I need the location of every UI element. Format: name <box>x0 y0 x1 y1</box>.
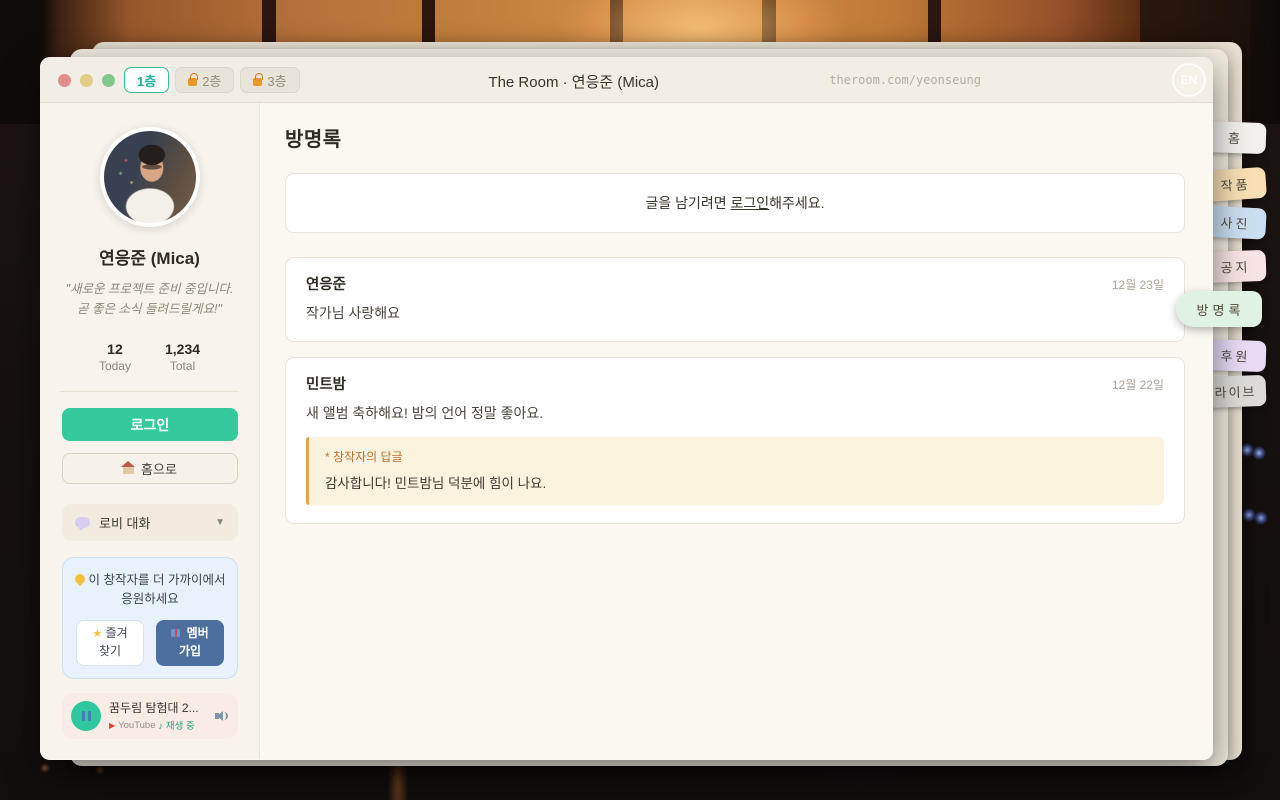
track-source: ▶ YouTube ♪ 재생 중 <box>109 718 207 733</box>
titlebar: 1층 2층 3층 The Room · 연응준 (Mica) theroom.c… <box>40 57 1213 103</box>
go-home-label: 홈으로 <box>141 462 177 477</box>
room-window: 1층 2층 3층 The Room · 연응준 (Mica) theroom.c… <box>40 57 1213 760</box>
chat-bubble-icon <box>75 517 90 531</box>
login-prompt-box: 글을 남기려면 로그인해주세요. <box>285 173 1185 233</box>
profile-name: 연응준 (Mica) <box>99 249 200 268</box>
favorite-label: 즐겨 <box>105 625 128 640</box>
creator-reply: * 창작자의 답글 감사합니다! 민트밤님 덕분에 힘이 나요. <box>306 437 1164 505</box>
track-title: 꿈두림 탐험대 2... <box>109 701 199 715</box>
favorite-button[interactable]: ★ 즐겨 찾기 <box>76 619 144 666</box>
page-title: 방명록 <box>285 129 342 151</box>
stat-label: Total <box>169 359 196 373</box>
house-icon <box>121 461 136 474</box>
floor-tabs: 1층 2층 3층 <box>124 67 300 93</box>
entry-author: 연응준 <box>306 277 347 293</box>
creator-reply-text: 감사합니다! 민트밤님 덕분에 힘이 나요. <box>325 476 547 491</box>
visitor-stats: 12 Today 1,234 Total <box>40 341 259 373</box>
side-tab-label: 작품 <box>1220 176 1252 194</box>
login-prompt-prefix: 글을 남기려면 <box>645 195 731 211</box>
side-tab-label: 후원 <box>1220 348 1251 365</box>
window-url: theroom.com/yeonseung <box>829 73 981 87</box>
profile-quote-line: 곧 좋은 소식 들려드릴게요!" <box>77 302 222 316</box>
profile-quote-line: "새로운 프로젝트 준비 중입니다. <box>65 282 234 296</box>
avatar <box>99 127 200 227</box>
support-message: 이 창작자를 더 가까이에서 응원하세요 <box>71 571 229 609</box>
side-tab-guestbook-active[interactable]: 방명록 <box>1176 291 1262 327</box>
track-info: 꿈두림 탐험대 2... ▶ YouTube ♪ 재생 중 <box>109 699 207 732</box>
youtube-play-icon: ▶ <box>109 720 116 730</box>
profile-quote: "새로운 프로젝트 준비 중입니다. 곧 좋은 소식 들려드릴게요!" <box>40 279 259 319</box>
pause-button[interactable] <box>71 700 101 731</box>
screen: 홈 작품 사진 공지 방명록 후원 라이브 1층 2층 3층 The Room … <box>0 0 1280 800</box>
minimize-button[interactable] <box>80 74 93 87</box>
lock-icon <box>188 72 198 86</box>
entry-date: 12월 22일 <box>1111 378 1164 392</box>
stat-label: Today <box>98 359 131 373</box>
stat-today: 12 Today <box>99 341 131 373</box>
lock-icon <box>253 72 263 86</box>
guestbook-entry: 연응준 12월 23일 작가님 사랑해요 <box>285 257 1185 342</box>
window-title: The Room · 연응준 (Mica) <box>488 74 659 91</box>
speaker-icon[interactable] <box>215 710 229 722</box>
profile-sidebar: 연응준 (Mica) "새로운 프로젝트 준비 중입니다. 곧 좋은 소식 들려… <box>40 103 260 759</box>
member-join-label: 멤버 <box>186 626 209 641</box>
entry-text: 새 앨범 축하해요! 밤의 언어 정말 좋아요. <box>306 405 544 421</box>
login-button[interactable]: 로그인 <box>62 408 238 441</box>
music-player: 꿈두림 탐험대 2... ▶ YouTube ♪ 재생 중 <box>62 692 238 739</box>
side-tab-label: 사진 <box>1220 215 1251 232</box>
pause-icon <box>87 710 91 721</box>
login-link[interactable]: 로그인 <box>731 195 770 211</box>
favorite-label: 찾기 <box>98 643 122 658</box>
floor-tab-label: 2층 <box>202 73 222 89</box>
floor-tab-label: 3층 <box>267 73 287 89</box>
side-tab-label: 방명록 <box>1196 302 1245 318</box>
stat-total: 1,234 Total <box>165 341 200 373</box>
side-tab-label: 공지 <box>1220 259 1251 276</box>
source-label: YouTube <box>118 719 156 731</box>
member-join-button[interactable]: 멤버 가입 <box>156 619 224 666</box>
side-tab-label: 라이브 <box>1214 384 1257 401</box>
entry-text: 작가님 사랑해요 <box>306 305 401 321</box>
zoom-button[interactable] <box>102 74 115 87</box>
playing-status: ♪ 재생 중 <box>158 721 195 732</box>
floor-tab-label: 1층 <box>137 73 157 89</box>
floor-tab-1[interactable]: 1층 <box>124 67 170 93</box>
pause-icon <box>81 710 85 721</box>
divider <box>60 391 239 392</box>
entry-date: 12월 23일 <box>1111 278 1164 292</box>
entry-author: 민트밤 <box>306 377 347 393</box>
chevron-down-icon: ▼ <box>215 517 225 528</box>
support-message-line: 이 창작자를 더 가까이에서 <box>88 573 226 587</box>
lobby-chat-dropdown[interactable]: 로비 대화 ▼ <box>62 504 238 541</box>
stat-value: 1,234 <box>164 341 201 357</box>
window-controls <box>58 74 115 87</box>
star-icon: ★ <box>92 627 103 640</box>
close-button[interactable] <box>58 74 71 87</box>
floor-tab-3-locked[interactable]: 3층 <box>240 67 300 93</box>
floor-tab-2-locked[interactable]: 2층 <box>175 67 235 93</box>
side-tab-label: 홈 <box>1227 130 1244 147</box>
guestbook-page: 방명록 글을 남기려면 로그인해주세요. 연응준 12월 23일 작가님 사랑해… <box>260 103 1213 759</box>
member-join-label: 가입 <box>178 643 202 658</box>
lobby-chat-label: 로비 대화 <box>99 516 151 531</box>
language-toggle-button[interactable]: EN <box>1172 63 1206 97</box>
guestbook-entry: 민트밤 12월 22일 새 앨범 축하해요! 밤의 언어 정말 좋아요. * 창… <box>285 357 1185 524</box>
bell-icon <box>72 571 87 587</box>
go-home-button[interactable]: 홈으로 <box>62 453 238 484</box>
login-prompt-suffix: 해주세요. <box>769 195 825 211</box>
support-box: 이 창작자를 더 가까이에서 응원하세요 ★ 즐겨 찾기 멤버 가입 <box>62 557 238 679</box>
support-message-line: 응원하세요 <box>121 591 179 606</box>
gift-icon <box>171 629 181 638</box>
login-prompt: 글을 남기려면 로그인해주세요. <box>645 193 824 213</box>
creator-reply-label: * 창작자의 답글 <box>325 450 403 464</box>
stat-value: 12 <box>107 341 123 357</box>
